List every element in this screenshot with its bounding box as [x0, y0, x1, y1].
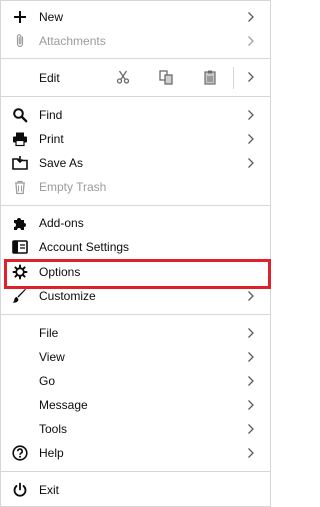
separator [1, 58, 270, 59]
menu-item-help[interactable]: Help [1, 441, 270, 465]
menu-item-empty-trash-label: Empty Trash [39, 180, 107, 194]
menu-item-save-as[interactable]: Save As [1, 151, 270, 175]
menu-item-addons[interactable]: Add-ons [1, 211, 270, 235]
menu-item-edit-row: Edit [1, 65, 270, 89]
power-icon [12, 482, 28, 498]
menu-item-options-label: Options [39, 265, 81, 279]
menu-item-attachments-label: Attachments [39, 34, 106, 48]
menu-item-exit[interactable]: Exit [1, 478, 270, 502]
menu-item-print[interactable]: Print [1, 127, 270, 151]
menu-item-message[interactable]: Message [1, 393, 270, 417]
menu-item-print-label: Print [39, 132, 64, 146]
chevron-right-icon [247, 11, 255, 23]
chevron-right-icon [247, 447, 255, 459]
printer-icon [12, 131, 28, 147]
menu-item-go[interactable]: Go [1, 369, 270, 393]
menu-item-tools-label: Tools [39, 422, 68, 436]
app-menu-panel: New Attachments Edit Find Print Save As … [0, 0, 271, 507]
paperclip-icon [12, 33, 28, 49]
menu-item-view-label: View [39, 350, 65, 364]
chevron-right-icon [247, 351, 255, 363]
chevron-right-icon [247, 109, 255, 121]
menu-item-options[interactable]: Options [1, 260, 270, 284]
menu-item-go-label: Go [39, 374, 56, 388]
menu-item-file[interactable]: File [1, 321, 270, 345]
trash-icon [12, 179, 28, 195]
paintbrush-icon [12, 288, 28, 304]
separator [1, 471, 270, 472]
menu-item-edit-label: Edit [39, 71, 60, 85]
chevron-right-icon [247, 399, 255, 411]
menu-item-file-label: File [39, 326, 59, 340]
menu-item-attachments[interactable]: Attachments [1, 29, 270, 53]
edit-row-divider [233, 67, 234, 89]
menu-item-view[interactable]: View [1, 345, 270, 369]
save-folder-icon [12, 155, 28, 171]
menu-item-exit-label: Exit [39, 483, 60, 497]
menu-item-customize-label: Customize [39, 289, 96, 303]
menu-item-empty-trash[interactable]: Empty Trash [1, 175, 270, 199]
chevron-right-icon[interactable] [247, 71, 255, 83]
menu-item-find[interactable]: Find [1, 103, 270, 127]
menu-item-new[interactable]: New [1, 5, 270, 29]
menu-item-tools[interactable]: Tools [1, 417, 270, 441]
chevron-right-icon [247, 157, 255, 169]
chevron-right-icon [247, 375, 255, 387]
menu-item-addons-label: Add-ons [39, 216, 84, 230]
menu-item-find-label: Find [39, 108, 63, 122]
plus-icon [12, 9, 28, 25]
menu-item-message-label: Message [39, 398, 88, 412]
gear-icon [12, 264, 28, 280]
separator [1, 96, 270, 97]
menu-item-account-settings[interactable]: Account Settings [1, 235, 270, 259]
chevron-right-icon [247, 133, 255, 145]
chevron-right-icon [247, 290, 255, 302]
menu-item-account-settings-label: Account Settings [39, 240, 130, 254]
menu-item-save-as-label: Save As [39, 156, 84, 170]
separator [1, 205, 270, 206]
chevron-right-icon [247, 423, 255, 435]
separator [1, 314, 270, 315]
copy-icon[interactable] [158, 69, 174, 85]
account-settings-icon [12, 239, 28, 255]
menu-item-help-label: Help [39, 446, 64, 460]
chevron-right-icon [247, 327, 255, 339]
question-icon [12, 445, 28, 461]
menu-item-customize[interactable]: Customize [1, 284, 270, 308]
menu-item-new-label: New [39, 10, 64, 24]
chevron-right-icon [247, 35, 255, 47]
scissors-icon[interactable] [115, 69, 131, 85]
magnifier-icon [12, 107, 28, 123]
puzzle-icon [12, 215, 28, 231]
clipboard-icon[interactable] [202, 69, 218, 85]
